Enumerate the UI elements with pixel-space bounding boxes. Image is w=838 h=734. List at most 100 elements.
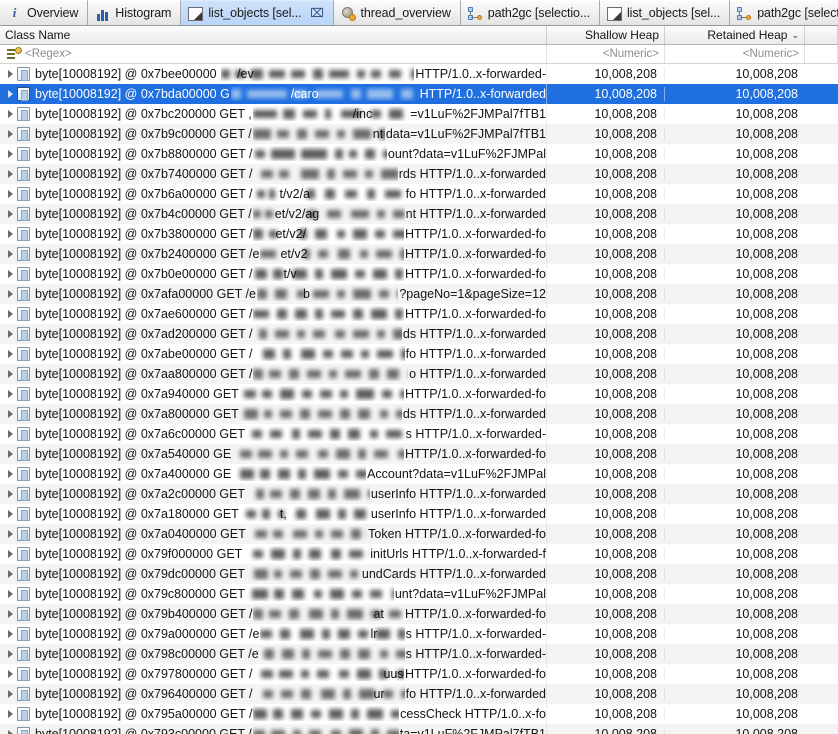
expand-arrow-icon[interactable]	[6, 364, 17, 384]
cell-class-name[interactable]: byte[10008192] @ 0x7b7400000 GET / rds HT…	[0, 163, 547, 184]
expand-arrow-icon[interactable]	[6, 184, 17, 204]
cell-class-name[interactable]: byte[10008192] @ 0x7b2400000 GET /e et/v2…	[0, 243, 547, 264]
table-row[interactable]: byte[10008192] @ 0x796400000 GET / ur fo H…	[0, 683, 838, 704]
table-body[interactable]: byte[10008192] @ 0x7bee00000 /ev HTTP/1.0…	[0, 64, 838, 734]
expand-arrow-icon[interactable]	[6, 324, 17, 344]
table-row[interactable]: byte[10008192] @ 0x7b6a00000 GET / t/v2/a…	[0, 183, 838, 204]
expand-arrow-icon[interactable]	[6, 484, 17, 504]
cell-class-name[interactable]: byte[10008192] @ 0x7a800000 GET ds HTTP/1…	[0, 403, 547, 424]
expand-arrow-icon[interactable]	[6, 584, 17, 604]
cell-class-name[interactable]: byte[10008192] @ 0x7bc200000 GET , /inc =v…	[0, 103, 547, 124]
cell-class-name[interactable]: byte[10008192] @ 0x7abe00000 GET / fo HTT…	[0, 343, 547, 364]
table-row[interactable]: byte[10008192] @ 0x7bc200000 GET , /inc =v…	[0, 103, 838, 124]
cell-class-name[interactable]: byte[10008192] @ 0x7afa00000 GET /e b ?pag…	[0, 283, 547, 304]
expand-arrow-icon[interactable]	[6, 104, 17, 124]
table-row[interactable]: byte[10008192] @ 0x797800000 GET / uusTHT…	[0, 663, 838, 684]
expand-arrow-icon[interactable]	[6, 244, 17, 264]
table-row[interactable]: byte[10008192] @ 0x7abe00000 GET / fo HTT…	[0, 343, 838, 364]
cell-class-name[interactable]: byte[10008192] @ 0x797800000 GET / uusTHT…	[0, 663, 547, 684]
table-row[interactable]: byte[10008192] @ 0x79b400000 GET / at HTTP…	[0, 603, 838, 624]
table-row[interactable]: byte[10008192] @ 0x7b0e00000 GET / t/v HTT…	[0, 263, 838, 284]
expand-arrow-icon[interactable]	[6, 84, 17, 104]
cell-class-name[interactable]: byte[10008192] @ 0x7b6a00000 GET / t/v2/a…	[0, 183, 547, 204]
table-row[interactable]: byte[10008192] @ 0x79c800000 GET unt?data…	[0, 583, 838, 604]
expand-arrow-icon[interactable]	[6, 564, 17, 584]
table-row[interactable]: byte[10008192] @ 0x7b4c00000 GET / et/v2/…	[0, 203, 838, 224]
table-row[interactable]: byte[10008192] @ 0x7b7400000 GET / rds HT…	[0, 163, 838, 184]
table-row[interactable]: byte[10008192] @ 0x7b2400000 GET /e et/v2…	[0, 243, 838, 264]
cell-class-name[interactable]: byte[10008192] @ 0x7a940000 GET HTTP/1.0.…	[0, 383, 547, 404]
expand-arrow-icon[interactable]	[6, 624, 17, 644]
cell-class-name[interactable]: byte[10008192] @ 0x796400000 GET / ur fo H…	[0, 683, 547, 704]
expand-arrow-icon[interactable]	[6, 144, 17, 164]
table-row[interactable]: byte[10008192] @ 0x79dc00000 GET undCards…	[0, 563, 838, 584]
table-row[interactable]: byte[10008192] @ 0x7ad200000 GET / ds HTT…	[0, 323, 838, 344]
tab-list-objects-sel[interactable]: list_objects [sel...	[600, 0, 731, 25]
table-row[interactable]: byte[10008192] @ 0x7afa00000 GET /e b ?pag…	[0, 283, 838, 304]
filter-cell-retained[interactable]: <Numeric>	[665, 45, 805, 63]
table-row[interactable]: byte[10008192] @ 0x7b9c00000 GET / nt data…	[0, 123, 838, 144]
cell-class-name[interactable]: byte[10008192] @ 0x79a000000 GET /e lr s H…	[0, 623, 547, 644]
table-row[interactable]: byte[10008192] @ 0x7a540000 GE HTTP/1.0..…	[0, 443, 838, 464]
expand-arrow-icon[interactable]	[6, 124, 17, 144]
cell-class-name[interactable]: byte[10008192] @ 0x7a180000 GET t, userInf…	[0, 503, 547, 524]
column-header-gutter[interactable]	[805, 26, 838, 44]
column-header-name[interactable]: Class Name	[0, 26, 547, 44]
cell-class-name[interactable]: byte[10008192] @ 0x79b400000 GET / at HTTP…	[0, 603, 547, 624]
expand-arrow-icon[interactable]	[6, 724, 17, 734]
expand-arrow-icon[interactable]	[6, 384, 17, 404]
cell-class-name[interactable]: byte[10008192] @ 0x7b3800000 GET / et/v2/…	[0, 223, 547, 244]
expand-arrow-icon[interactable]	[6, 644, 17, 664]
cell-class-name[interactable]: byte[10008192] @ 0x7aa800000 GET / o HTTP…	[0, 363, 547, 384]
cell-class-name[interactable]: byte[10008192] @ 0x795a00000 GET / cessCh…	[0, 703, 547, 724]
cell-class-name[interactable]: byte[10008192] @ 0x79dc00000 GET undCards…	[0, 563, 547, 584]
table-row[interactable]: byte[10008192] @ 0x7a800000 GET ds HTTP/1…	[0, 403, 838, 424]
cell-class-name[interactable]: byte[10008192] @ 0x7bda00000 G/caro HTTP/…	[0, 83, 547, 104]
table-row[interactable]: byte[10008192] @ 0x793c00000 GET / ta=v1L…	[0, 723, 838, 734]
expand-arrow-icon[interactable]	[6, 164, 17, 184]
cell-class-name[interactable]: byte[10008192] @ 0x7a6c00000 GET s HTTP/1…	[0, 423, 547, 444]
tab-overview[interactable]: i Overview	[0, 0, 89, 25]
expand-arrow-icon[interactable]	[6, 704, 17, 724]
expand-arrow-icon[interactable]	[6, 204, 17, 224]
cell-class-name[interactable]: byte[10008192] @ 0x79f000000 GET initUrls…	[0, 543, 547, 564]
cell-class-name[interactable]: byte[10008192] @ 0x7b8800000 GET / ount?d…	[0, 143, 547, 164]
cell-class-name[interactable]: byte[10008192] @ 0x7ad200000 GET / ds HTT…	[0, 323, 547, 344]
cell-class-name[interactable]: byte[10008192] @ 0x7a0400000 GET Token HT…	[0, 523, 547, 544]
cell-class-name[interactable]: byte[10008192] @ 0x793c00000 GET / ta=v1L…	[0, 723, 547, 734]
expand-arrow-icon[interactable]	[6, 524, 17, 544]
filter-cell-shallow[interactable]: <Numeric>	[547, 45, 665, 63]
tab-thread-overview[interactable]: thread_overview	[333, 0, 461, 25]
tab-list-objects-sel[interactable]: list_objects [sel... ⌧	[181, 0, 334, 25]
table-row[interactable]: byte[10008192] @ 0x7a940000 GET HTTP/1.0.…	[0, 383, 838, 404]
cell-class-name[interactable]: byte[10008192] @ 0x79c800000 GET unt?data…	[0, 583, 547, 604]
cell-class-name[interactable]: byte[10008192] @ 0x7b0e00000 GET / t/v HTT…	[0, 263, 547, 284]
cell-class-name[interactable]: byte[10008192] @ 0x7bee00000 /ev HTTP/1.0…	[0, 64, 547, 84]
table-row[interactable]: byte[10008192] @ 0x7b3800000 GET / et/v2/…	[0, 223, 838, 244]
cell-class-name[interactable]: byte[10008192] @ 0x7b4c00000 GET / et/v2/…	[0, 203, 547, 224]
table-row[interactable]: byte[10008192] @ 0x79f000000 GET initUrls…	[0, 543, 838, 564]
cell-class-name[interactable]: byte[10008192] @ 0x7b9c00000 GET / nt data…	[0, 123, 547, 144]
table-row[interactable]: byte[10008192] @ 0x7bda00000 G/caro HTTP/…	[0, 83, 838, 104]
column-header-shallow[interactable]: Shallow Heap	[547, 26, 665, 44]
expand-arrow-icon[interactable]	[6, 664, 17, 684]
table-row[interactable]: byte[10008192] @ 0x795a00000 GET / cessCh…	[0, 703, 838, 724]
column-header-retained[interactable]: Retained Heap ⌄	[665, 26, 805, 44]
cell-class-name[interactable]: byte[10008192] @ 0x7ae600000 GET / HTTP/1…	[0, 303, 547, 324]
expand-arrow-icon[interactable]	[6, 224, 17, 244]
table-row[interactable]: byte[10008192] @ 0x7aa800000 GET / o HTTP…	[0, 363, 838, 384]
table-row[interactable]: byte[10008192] @ 0x7b8800000 GET / ount?d…	[0, 143, 838, 164]
filter-cell-gutter[interactable]	[805, 45, 838, 63]
table-row[interactable]: byte[10008192] @ 0x7a6c00000 GET s HTTP/1…	[0, 423, 838, 444]
cell-class-name[interactable]: byte[10008192] @ 0x7a2c00000 GET userInfo…	[0, 483, 547, 504]
expand-arrow-icon[interactable]	[6, 64, 17, 84]
cell-class-name[interactable]: byte[10008192] @ 0x798c00000 GET /e s HTT…	[0, 643, 547, 664]
cell-class-name[interactable]: byte[10008192] @ 0x7a540000 GE HTTP/1.0..…	[0, 443, 547, 464]
table-row[interactable]: byte[10008192] @ 0x7a0400000 GET Token HT…	[0, 523, 838, 544]
tab-path2gc-selectio[interactable]: path2gc [selectio...	[730, 0, 838, 25]
expand-arrow-icon[interactable]	[6, 544, 17, 564]
table-row[interactable]: byte[10008192] @ 0x79a000000 GET /e lr s H…	[0, 623, 838, 644]
expand-arrow-icon[interactable]	[6, 604, 17, 624]
expand-arrow-icon[interactable]	[6, 344, 17, 364]
expand-arrow-icon[interactable]	[6, 264, 17, 284]
